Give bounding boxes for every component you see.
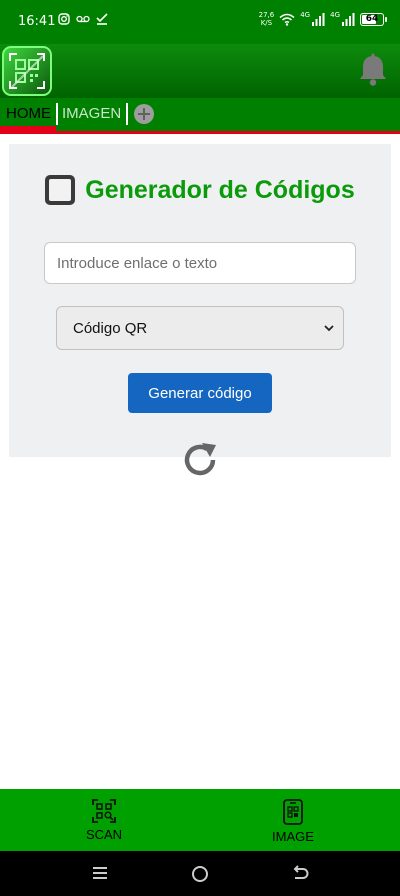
instagram-icon [58,13,70,25]
bell-icon[interactable] [358,53,388,87]
back-icon[interactable] [291,865,309,883]
card-title: Generador de Códigos [9,175,391,205]
select-value: Código QR [73,320,148,337]
status-time: 16:41 [18,14,56,29]
voicemail-icon [76,15,90,23]
tab-image[interactable]: IMAGEN [62,105,121,122]
qr-logo-icon [9,53,45,89]
page-title: Generador de Códigos [85,175,355,204]
tab-bar: HOME IMAGEN [0,98,400,134]
generate-code-button[interactable]: Generar código [128,373,272,413]
link-text-input[interactable] [44,242,356,284]
chevron-down-icon [324,325,334,332]
nav-scan[interactable]: SCAN [64,799,144,842]
signal-type-label: 4G [300,11,311,19]
app-logo[interactable] [2,46,52,96]
nav-image[interactable]: IMAGE [253,799,333,844]
network-speed: 27,6 K/S [258,11,275,27]
app-bar [0,44,400,98]
signal-type-label-2: 4G [330,11,340,19]
active-tab-indicator [0,126,56,131]
tab-divider [126,103,128,125]
white-square-icon [45,175,76,205]
tab-home[interactable]: HOME [6,105,51,122]
battery-icon: 64 [360,12,387,26]
download-done-icon [96,13,108,25]
code-type-select[interactable]: Código QR [56,306,344,350]
notification-icons [58,13,108,25]
plus-icon [138,108,150,120]
tab-divider [56,103,58,125]
system-nav-bar [0,851,400,896]
refresh-icon[interactable] [180,440,220,480]
add-tab-button[interactable] [134,104,154,124]
status-bar: 16:41 27,6 K/S 4G 4G 64 [0,0,400,44]
nav-scan-label: SCAN [85,827,123,842]
recent-apps-icon[interactable] [92,865,108,881]
signal-icon [312,12,325,26]
wifi-icon [279,13,295,26]
signal-icon-2 [342,12,355,26]
battery-level: 64 [365,14,379,24]
bottom-nav: SCAN IMAGE [0,789,400,851]
system-icons: 27,6 K/S 4G 4G 64 [258,11,387,27]
generator-card: Generador de Códigos Código QR Generar c… [9,144,391,457]
home-circle-icon[interactable] [191,865,209,883]
nav-image-label: IMAGE [272,829,314,844]
qr-scan-icon [92,799,116,823]
phone-qr-icon [283,799,303,825]
